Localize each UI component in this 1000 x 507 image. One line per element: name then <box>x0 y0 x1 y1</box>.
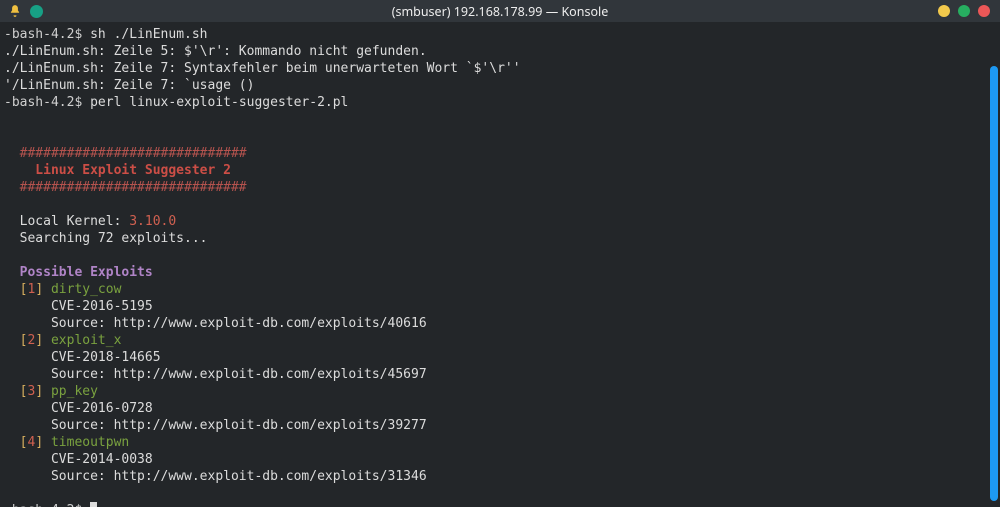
window-title: (smbuser) 192.168.178.99 — Konsole <box>0 3 1000 20</box>
titlebar: (smbuser) 192.168.178.99 — Konsole <box>0 0 1000 22</box>
session-indicator-dot <box>30 5 43 18</box>
scrollbar-thumb[interactable] <box>990 66 998 501</box>
minimize-button[interactable] <box>938 5 950 17</box>
terminal[interactable]: -bash-4.2$ sh ./LinEnum.sh ./LinEnum.sh:… <box>0 22 1000 507</box>
bell-icon <box>8 4 22 18</box>
window-controls <box>938 5 990 17</box>
titlebar-left <box>0 4 43 18</box>
close-button[interactable] <box>978 5 990 17</box>
scrollbar[interactable] <box>990 42 998 503</box>
maximize-button[interactable] <box>958 5 970 17</box>
